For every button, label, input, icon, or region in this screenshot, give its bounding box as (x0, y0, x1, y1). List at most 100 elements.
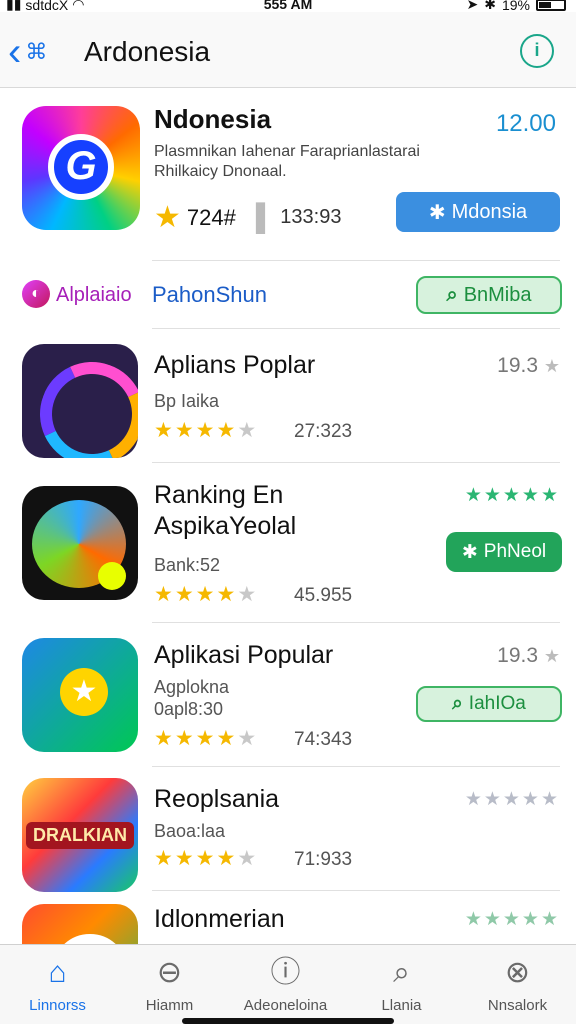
tab-zoom[interactable]: ⊖ Hiamm (112, 945, 227, 1024)
battery-percent: 19% (501, 0, 530, 13)
rating-value: 724# (186, 204, 236, 230)
status-bar: ▮▮ sdtdcX ◠ 555 AM ➤ ✱ 19% (0, 0, 576, 13)
app-stars: ★★★★★ (154, 726, 258, 751)
divider (152, 890, 560, 891)
featured-app-description: Plasmnikan Iahenar Faraprianlastarai Rhi… (154, 142, 454, 182)
divider (152, 260, 560, 261)
star-icon: ★ (543, 356, 560, 376)
search-icon: ⌕ (446, 283, 458, 306)
app-icon[interactable] (22, 638, 138, 752)
app-icon[interactable] (22, 486, 138, 600)
sparkle-icon: ✱ (428, 201, 446, 224)
divider (152, 766, 560, 767)
score-value: 19.3 (497, 644, 539, 667)
star-icon: ★ (543, 646, 560, 666)
list-item[interactable]: Idlonmerian ★★★★★ (0, 892, 576, 944)
tab-label: Hiamm (145, 997, 194, 1014)
info-button[interactable]: i (520, 34, 554, 68)
featured-app-title: Ndonesia (154, 104, 272, 134)
tab-profile[interactable]: ⊗ Nnsalork (460, 945, 575, 1024)
app-subtitle: Bank:52 (154, 555, 221, 575)
featured-get-button[interactable]: ✱ Mdonsia (396, 192, 560, 232)
battery-icon (536, 0, 566, 11)
info-icon: i (534, 40, 540, 60)
category-row: ◐ Alplaiaio PahonShun ⌕ BnMiba (0, 262, 576, 328)
app-subtitle: Bp Iaika (154, 391, 220, 411)
featured-app-rating: ★ 724# ▌ 133:93 (154, 200, 341, 235)
rating-count: 71:933 (294, 849, 353, 870)
app-score: 19.3 ★ (497, 644, 560, 668)
category-button-label: BnMiba (463, 283, 532, 306)
stars-empty: ★ (237, 583, 259, 606)
app-title: Idlonmerian (154, 905, 285, 933)
search-icon: ⌕ (393, 956, 410, 989)
app-search-button[interactable]: ⌕ IahIOa (416, 686, 562, 722)
description-line: Rhilkaicy Dnonaal. (154, 163, 287, 180)
app-subtitle: Baoa:laa (154, 821, 226, 841)
stars-filled: ★★★★ (154, 847, 238, 870)
list-item[interactable]: Reoplsania ★★★★★ Baoa:laa ★★★★★ 71:933 (0, 768, 576, 892)
home-indicator (182, 1018, 394, 1024)
tab-search[interactable]: ⌕ Llania (344, 945, 459, 1024)
search-minus-icon: ⊖ (156, 956, 183, 989)
list-item[interactable]: Aplians Poplar 19.3 ★ Bp Iaika ★★★★★ 27:… (0, 330, 576, 462)
stars-filled: ★★★★ (154, 419, 238, 442)
back-button[interactable]: ‹ ⌘ (8, 32, 68, 72)
category-link[interactable]: PahonShun (152, 282, 267, 308)
divider (152, 328, 560, 329)
tab-label: Llania (381, 997, 422, 1014)
page-title: Ardonesia (84, 36, 211, 67)
navigation-bar: ‹ ⌘ Ardonesia i (0, 12, 576, 88)
app-mini-stars: ★★★★★ (464, 909, 560, 930)
category-label[interactable]: Alplaiaio (56, 284, 132, 307)
subtitle-line: 0apl8:30 (154, 699, 224, 719)
title-line: AspikaYeolal (154, 512, 297, 540)
app-stars: ★★★★★ (154, 418, 258, 443)
chevron-left-icon: ‹ (8, 30, 22, 74)
app-stars: ★★★★★ (154, 846, 258, 871)
list-item[interactable]: Ranking En AspikaYeolal ★★★★★ ✱ PhNeol B… (0, 464, 576, 620)
stars-empty: ★ (237, 419, 259, 442)
app-icon[interactable] (22, 344, 138, 458)
divider (152, 462, 560, 463)
title-line: Ranking En (154, 481, 284, 509)
rating-count: 27:323 (294, 421, 353, 442)
app-score: 19.3 ★ (497, 354, 560, 378)
app-title: Aplikasi Popular (154, 641, 334, 669)
tab-home[interactable]: ⌂ Linnorss (0, 945, 115, 1024)
search-icon: ⌕ (452, 693, 463, 714)
app-mini-stars: ★★★★★ (464, 485, 560, 506)
list-item[interactable]: Aplikasi Popular 19.3 ★ Agplokna 0apl8:3… (0, 624, 576, 766)
app-title: Aplians Poplar (154, 351, 316, 379)
featured-get-label: Mdonsia (451, 200, 528, 223)
app-title: Ranking En AspikaYeolal (154, 480, 296, 542)
app-icon[interactable] (22, 778, 138, 892)
app-get-button[interactable]: ✱ PhNeol (446, 532, 562, 572)
tab-label: Nnsalork (487, 997, 548, 1014)
profile-icon: ⊗ (504, 956, 531, 989)
stars-filled: ★★★★ (154, 727, 238, 750)
score-value: 19.3 (497, 354, 539, 377)
rating-count: 133:93 (280, 206, 342, 228)
stars-empty: ★ (237, 847, 259, 870)
featured-app-icon[interactable] (22, 106, 140, 230)
app-subtitle: Agplokna 0apl8:30 (154, 676, 229, 720)
rating-count: 74:343 (294, 729, 353, 750)
stars-empty: ★ (237, 727, 259, 750)
subtitle-line: Agplokna (154, 677, 230, 697)
tab-info[interactable]: ⓘ Adeoneloina (228, 945, 343, 1024)
featured-app[interactable]: Ndonesia 12.00 Plasmnikan Iahenar Farapr… (0, 90, 576, 260)
command-icon: ⌘ (25, 39, 48, 64)
tab-bar: ⌂ Linnorss ⊖ Hiamm ⓘ Adeoneloina ⌕ Llani… (0, 944, 576, 1024)
info-box-icon: ⓘ (270, 956, 301, 989)
featured-app-price: 12.00 (495, 110, 556, 137)
sparkle-icon: ✱ (461, 541, 478, 563)
divider-icon: ▌ (255, 202, 275, 232)
description-line: Plasmnikan Iahenar Faraprianlastarai (154, 143, 420, 160)
app-title: Reoplsania (154, 785, 280, 813)
star-icon: ★ (154, 201, 181, 234)
tab-label: Linnorss (29, 997, 86, 1014)
app-icon[interactable] (22, 904, 138, 944)
category-search-button[interactable]: ⌕ BnMiba (416, 276, 562, 314)
divider (152, 622, 560, 623)
